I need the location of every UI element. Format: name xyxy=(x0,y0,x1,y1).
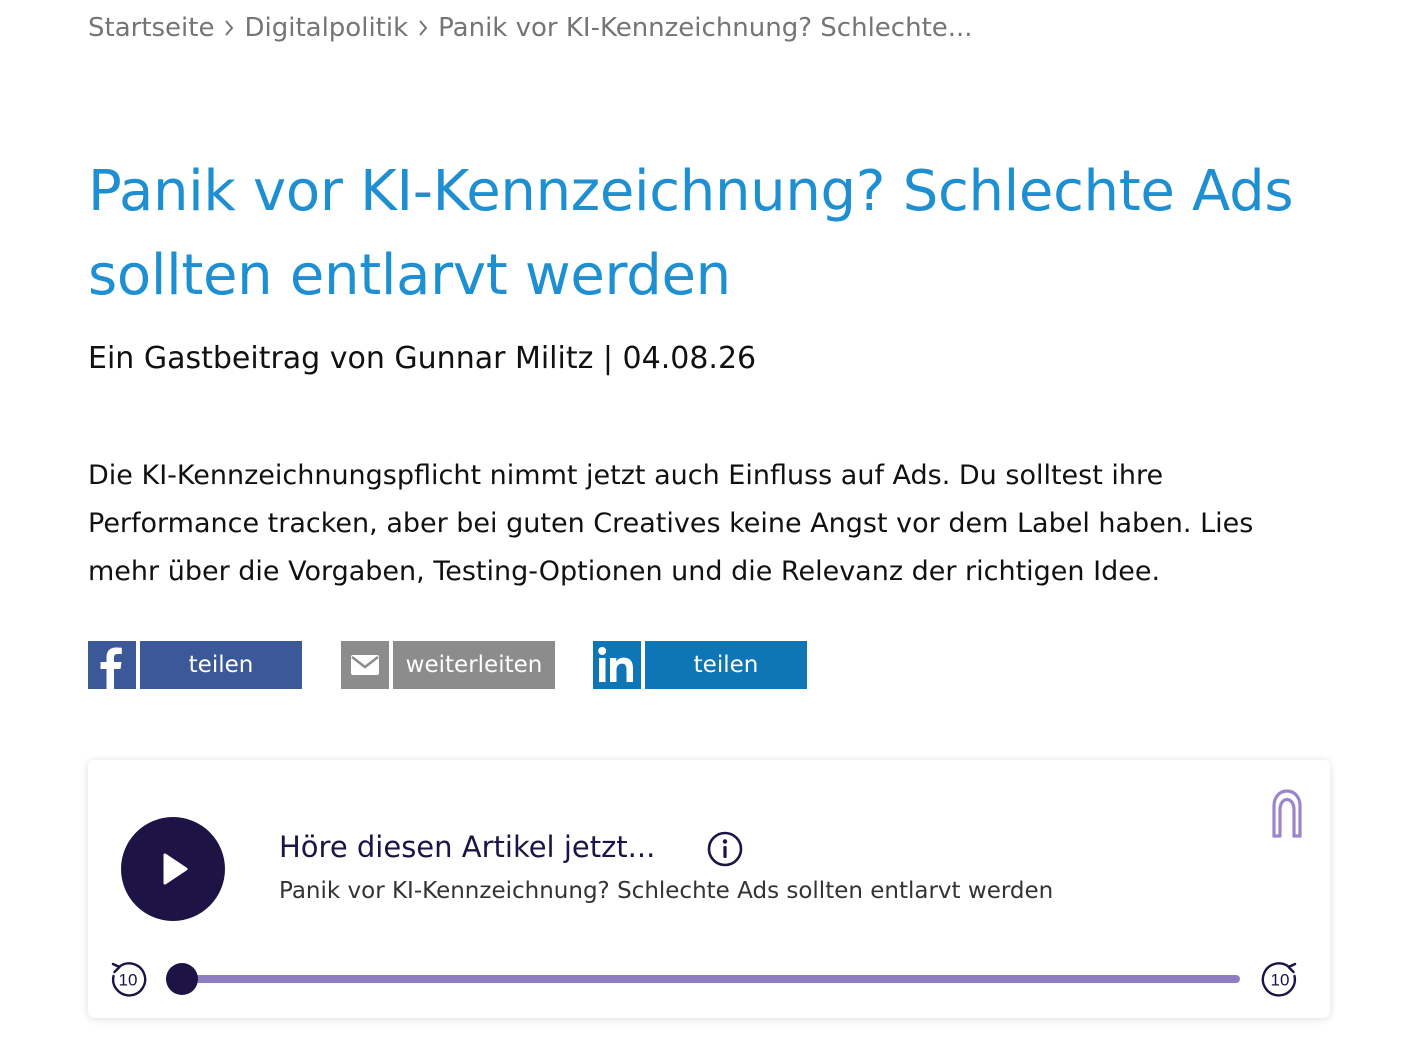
info-icon[interactable] xyxy=(707,831,743,867)
email-icon xyxy=(341,641,389,689)
skip-forward-label: 10 xyxy=(1271,971,1290,990)
email-share-label: weiterleiten xyxy=(393,641,555,689)
linkedin-icon xyxy=(593,641,641,689)
skip-forward-button[interactable]: 10 xyxy=(1260,959,1300,999)
article-teaser: Die KI-Kennzeichnungspflicht nimmt jetzt… xyxy=(88,460,1254,587)
progress-bar[interactable] xyxy=(166,963,1240,995)
player-heading: Höre diesen Artikel jetzt... xyxy=(279,830,656,864)
byline: Ein Gastbeitrag von Gunnar Militz | 04.0… xyxy=(88,341,757,376)
breadcrumb-item-digitalpolitik[interactable]: Digitalpolitik xyxy=(244,13,408,43)
chevron-right-icon xyxy=(408,18,438,38)
facebook-share-button[interactable]: teilen xyxy=(88,641,302,689)
brand-icon xyxy=(1272,789,1302,838)
breadcrumb-item-home[interactable]: Startseite xyxy=(88,13,214,43)
email-share-button[interactable]: weiterleiten xyxy=(341,641,555,689)
skip-back-label: 10 xyxy=(119,971,138,990)
linkedin-share-button[interactable]: teilen xyxy=(593,641,807,689)
player-subtitle: Panik vor KI-Kennzeichnung? Schlechte Ad… xyxy=(279,878,1054,904)
progress-handle[interactable] xyxy=(166,963,198,995)
audio-player: Höre diesen Artikel jetzt... Panik vor K… xyxy=(88,760,1330,1018)
chevron-right-icon xyxy=(214,18,244,38)
play-icon xyxy=(163,853,188,885)
linkedin-share-label: teilen xyxy=(645,641,807,689)
facebook-share-label: teilen xyxy=(140,641,302,689)
breadcrumb: Startseite Digitalpolitik Panik vor KI-K… xyxy=(88,8,973,48)
page-title: Panik vor KI-Kennzeichnung? Schlechte Ad… xyxy=(88,159,1294,308)
breadcrumb-item-current: Panik vor KI-Kennzeichnung? Schlechte... xyxy=(438,13,973,43)
facebook-icon xyxy=(88,641,136,689)
skip-back-button[interactable]: 10 xyxy=(108,959,148,999)
play-button[interactable] xyxy=(121,817,225,921)
share-bar: teilen weiterleiten teilen xyxy=(88,641,807,689)
